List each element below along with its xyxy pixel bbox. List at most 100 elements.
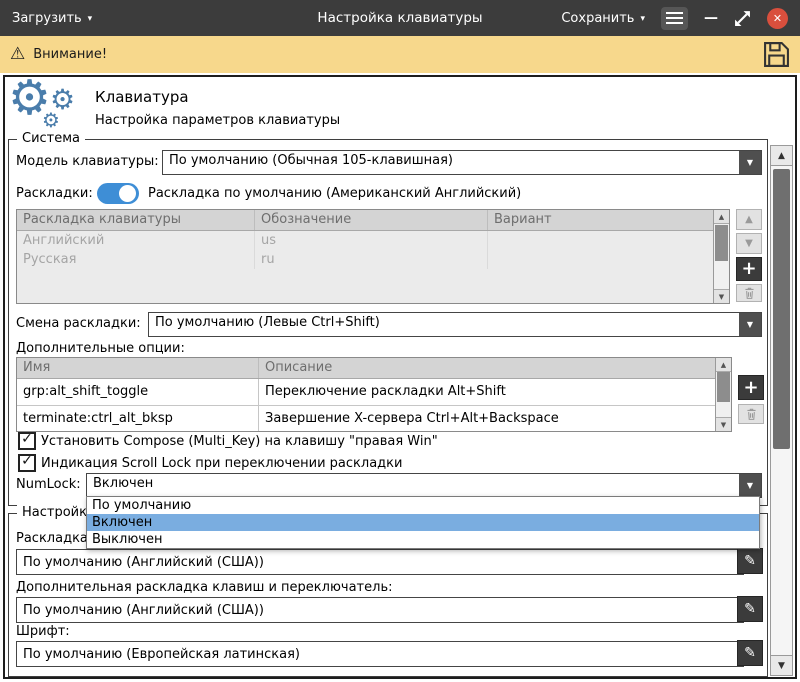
dropdown-option-off[interactable]: Выключен — [87, 531, 759, 548]
additional-layout-label: Дополнительная раскладка клавиш и перекл… — [16, 580, 392, 595]
add-option-button[interactable]: + — [738, 375, 764, 400]
scrolllock-checkbox-label[interactable]: Индикация Scroll Lock при переключении р… — [41, 456, 402, 471]
trash-icon — [745, 408, 758, 421]
layouts-label: Раскладки: — [16, 186, 93, 201]
combobox-value: Включен — [87, 474, 739, 497]
load-menu-label: Загрузить — [12, 11, 82, 26]
console-layout-input[interactable]: По умолчанию (Английский (США)) — [16, 549, 744, 575]
move-layout-up-button: ▲ — [736, 209, 762, 230]
table-row[interactable]: grp:alt_shift_toggle Переключение раскла… — [17, 379, 716, 406]
delete-option-button — [738, 404, 764, 424]
chevron-down-icon: ▾ — [640, 15, 645, 24]
column-header: Обозначение — [255, 210, 488, 230]
column-header: Вариант — [488, 210, 714, 230]
pencil-icon: ✎ — [744, 554, 756, 568]
warning-icon: ⚠ — [10, 46, 25, 63]
layouts-table-header: Раскладка клавиатуры Обозначение Вариант — [17, 210, 714, 231]
keyboard-model-combobox[interactable]: По умолчанию (Обычная 105-клавишная) ▼ — [162, 150, 762, 175]
move-layout-down-button: ▼ — [736, 233, 762, 254]
cell-option-name: terminate:ctrl_alt_bksp — [17, 406, 259, 432]
titlebar: Загрузить ▾ Настройка клавиатуры Сохрани… — [0, 0, 800, 36]
scrolllock-checkbox[interactable]: ✓ — [18, 454, 36, 472]
scroll-down-icon[interactable]: ▼ — [716, 417, 731, 431]
gear-icon: ⚙ — [42, 110, 60, 130]
options-table: Имя Описание grp:alt_shift_toggle Перекл… — [16, 357, 732, 432]
main-scrollbar[interactable]: ▲ ▼ — [770, 145, 793, 676]
default-layout-text: Раскладка по умолчанию (Американский Анг… — [148, 186, 521, 201]
close-icon: ✕ — [773, 12, 782, 25]
console-layout-label: Раскладка — [16, 531, 88, 546]
column-header: Описание — [259, 358, 716, 378]
scroll-up-icon[interactable]: ▲ — [716, 358, 731, 372]
column-header: Раскладка клавиатуры — [17, 210, 255, 230]
layouts-table-scrollbar[interactable]: ▲ ▼ — [713, 210, 729, 303]
scrollbar-thumb[interactable] — [715, 225, 728, 261]
cell-layout-variant — [488, 231, 714, 250]
table-row: Русская ru — [17, 250, 714, 269]
scrollbar-thumb[interactable] — [717, 372, 730, 402]
expand-icon — [734, 10, 751, 27]
add-layout-button[interactable]: + — [736, 257, 762, 281]
edit-console-layout-button[interactable]: ✎ — [737, 548, 763, 574]
load-menu-button[interactable]: Загрузить ▾ — [12, 11, 92, 26]
page-subtitle: Настройка параметров клавиатуры — [95, 113, 340, 128]
edit-additional-layout-button[interactable]: ✎ — [737, 596, 763, 622]
combobox-value: По умолчанию (Левые Ctrl+Shift) — [149, 313, 739, 336]
default-layout-toggle[interactable] — [97, 183, 139, 204]
check-icon: ✓ — [20, 455, 34, 467]
cell-option-name: grp:alt_shift_toggle — [17, 379, 259, 405]
pencil-icon: ✎ — [744, 602, 756, 616]
window-title: Настройка клавиатуры — [317, 10, 482, 26]
scroll-up-icon[interactable]: ▲ — [771, 146, 792, 166]
column-header: Имя — [17, 358, 259, 378]
save-file-button[interactable] — [763, 41, 790, 68]
cell-layout-name: Английский — [17, 231, 255, 250]
page-title: Клавиатура — [95, 88, 189, 106]
combobox-value: По умолчанию (Обычная 105-клавишная) — [163, 151, 739, 174]
floppy-disk-icon — [763, 41, 790, 68]
scroll-down-icon[interactable]: ▼ — [714, 289, 729, 303]
dropdown-arrow-icon[interactable]: ▼ — [739, 474, 761, 497]
dropdown-arrow-icon[interactable]: ▼ — [739, 313, 761, 336]
save-menu-label: Сохранить — [561, 11, 634, 26]
font-label: Шрифт: — [16, 624, 70, 639]
chevron-down-icon: ▾ — [88, 15, 93, 24]
dropdown-arrow-icon[interactable]: ▼ — [739, 151, 761, 174]
dropdown-option-default[interactable]: По умолчанию — [87, 497, 759, 514]
save-menu-button[interactable]: Сохранить ▾ — [561, 11, 645, 26]
edit-font-button[interactable]: ✎ — [737, 640, 763, 666]
pencil-icon: ✎ — [744, 646, 756, 660]
cell-layout-name: Русская — [17, 250, 255, 269]
delete-layout-button — [736, 284, 762, 302]
options-table-header: Имя Описание — [17, 358, 716, 379]
warning-text: Внимание! — [33, 47, 107, 62]
warning-bar: ⚠ Внимание! — [0, 36, 800, 73]
layouts-table: Раскладка клавиатуры Обозначение Вариант… — [16, 209, 730, 304]
scrollbar-thumb[interactable] — [773, 169, 790, 449]
compose-checkbox-label[interactable]: Установить Compose (Multi_Key) на клавиш… — [41, 434, 438, 449]
check-icon: ✓ — [20, 433, 34, 445]
additional-layout-input[interactable]: По умолчанию (Английский (США)) — [16, 597, 744, 623]
toggle-knob — [119, 185, 136, 202]
dropdown-option-on[interactable]: Включен — [87, 514, 759, 531]
font-input[interactable]: По умолчанию (Европейская латинская) — [16, 641, 744, 667]
expand-button[interactable] — [734, 10, 751, 27]
close-button[interactable]: ✕ — [767, 8, 788, 29]
console-group-legend: Настройк — [17, 505, 92, 520]
keyboard-settings-window: Загрузить ▾ Настройка клавиатуры Сохрани… — [0, 0, 800, 682]
table-row[interactable]: terminate:ctrl_alt_bksp Завершение X-сер… — [17, 406, 716, 432]
scroll-up-icon[interactable]: ▲ — [714, 210, 729, 224]
titlebar-controls: Сохранить ▾ — ✕ — [561, 7, 788, 30]
menu-icon[interactable] — [661, 7, 688, 30]
extra-options-label: Дополнительные опции: — [16, 341, 185, 356]
layout-switch-combobox[interactable]: По умолчанию (Левые Ctrl+Shift) ▼ — [148, 312, 762, 337]
scroll-down-icon[interactable]: ▼ — [771, 655, 792, 675]
compose-checkbox[interactable]: ✓ — [18, 432, 36, 450]
cell-layout-code: us — [255, 231, 488, 250]
numlock-combobox[interactable]: Включен ▼ — [86, 473, 762, 498]
minimize-button[interactable]: — — [704, 10, 718, 26]
options-table-scrollbar[interactable]: ▲ ▼ — [715, 358, 731, 431]
table-row: Английский us — [17, 231, 714, 250]
layout-switch-label: Смена раскладки: — [16, 316, 141, 331]
system-group-legend: Система — [17, 131, 85, 146]
